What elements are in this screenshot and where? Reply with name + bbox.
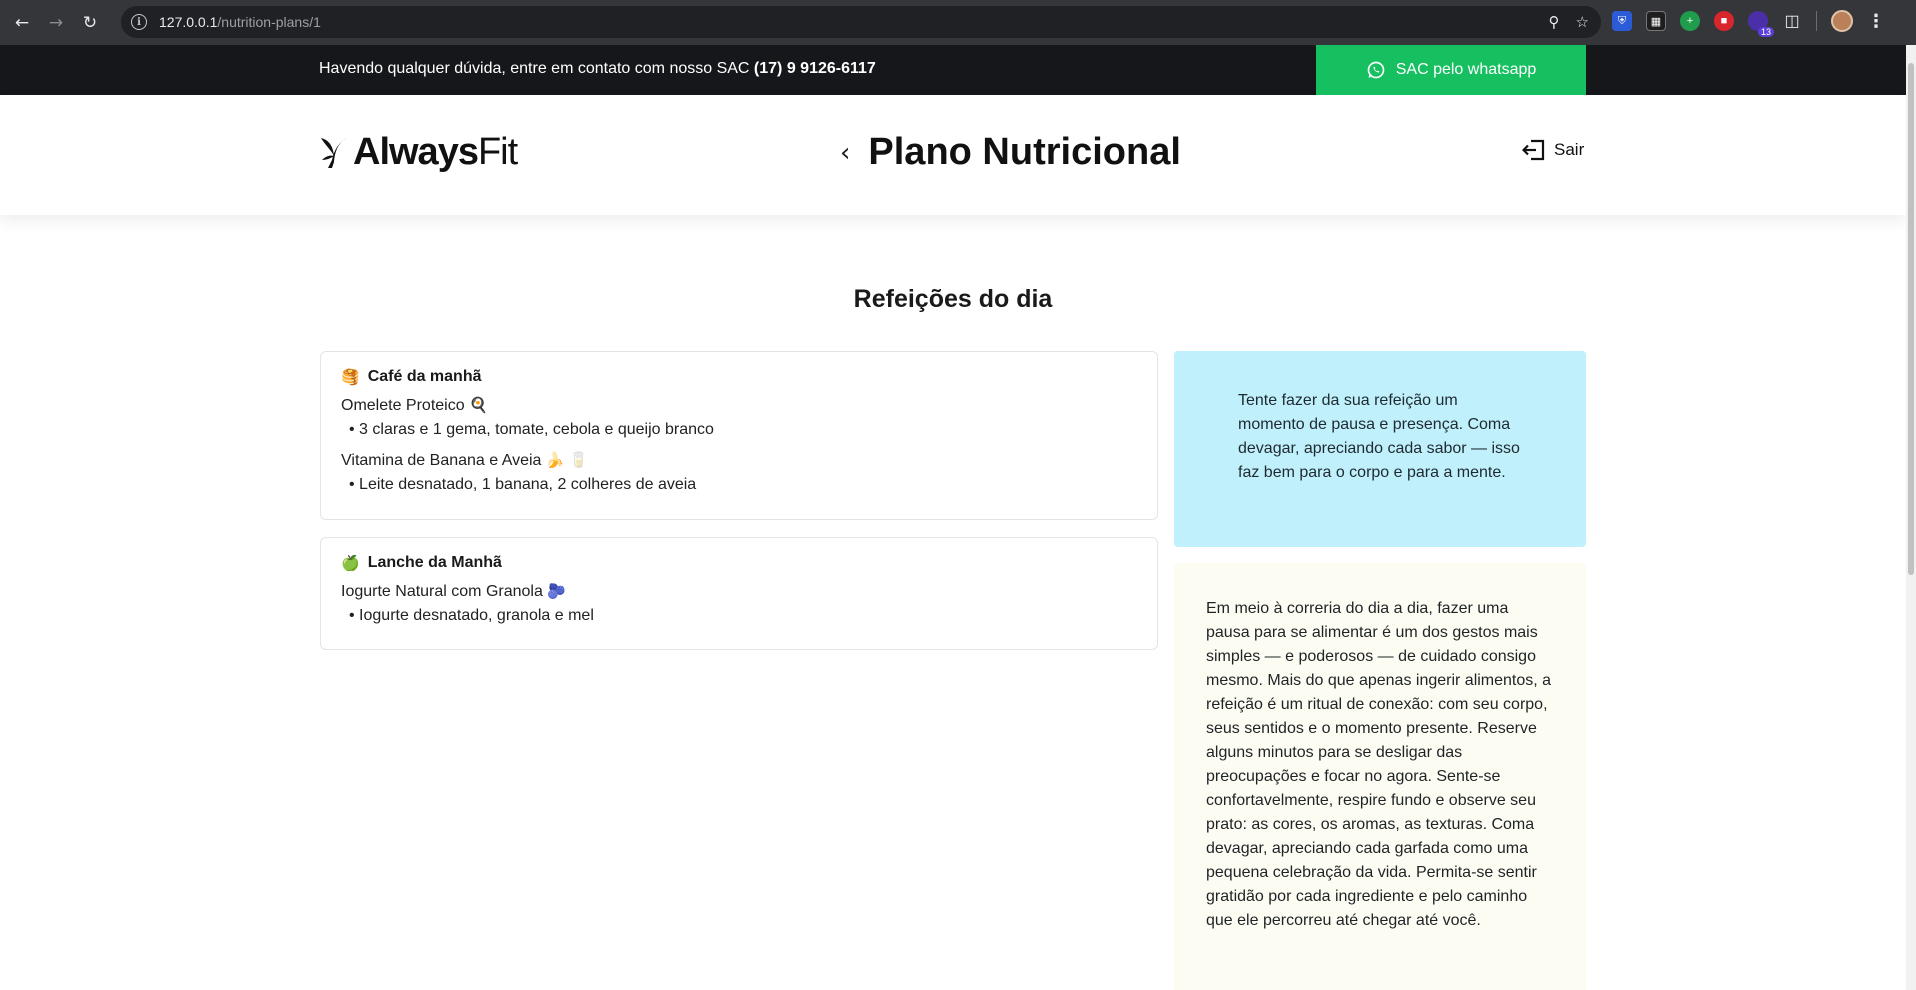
extensions-bar: ⛨ ▦ + ■ 13 ◫ ⋮ — [1612, 10, 1885, 37]
site-info-icon[interactable]: i — [131, 14, 147, 30]
logo-text-light: Fit — [477, 131, 518, 173]
meal-item-name-text: Vitamina de Banana e Aveia — [341, 452, 542, 469]
contact-bar: Havendo qualquer dúvida, entre em contat… — [0, 45, 1906, 95]
meal-header: 🥞 Café da manhã — [341, 368, 1137, 386]
meal-item-name: Omelete Proteico 🍳 — [341, 396, 1137, 415]
extension-icon[interactable]: ▦ — [1646, 11, 1666, 31]
puzzle-extensions-icon[interactable]: ◫ — [1782, 11, 1802, 31]
meal-card: 🍏 Lanche da Manhã Iogurte Natural com Gr… — [320, 537, 1158, 650]
site-header: AlwaysFit ‹ Plano Nutricional Sair — [0, 95, 1906, 215]
logout-button[interactable]: Sair — [1522, 139, 1584, 161]
leaf-logo-icon — [321, 137, 347, 168]
title-area: ‹ Plano Nutricional — [840, 131, 1181, 174]
logout-icon — [1522, 139, 1545, 161]
whatsapp-icon — [1367, 61, 1385, 79]
bookmark-star-icon[interactable]: ☆ — [1576, 13, 1589, 31]
meal-title: Café da manhã — [367, 368, 482, 385]
shield-extension-icon[interactable]: ⛨ — [1612, 11, 1632, 31]
section-title: Refeições do dia — [853, 285, 1053, 313]
contact-text: Havendo qualquer dúvida, entre em contat… — [319, 60, 754, 77]
meal-item: Omelete Proteico 🍳 • 3 claras e 1 gema, … — [341, 396, 1137, 439]
logout-label: Sair — [1554, 140, 1585, 159]
meal-title: Lanche da Manhã — [367, 554, 502, 571]
browser-menu-icon[interactable]: ⋮ — [1867, 11, 1885, 32]
blueberry-icon: 🫐 — [547, 582, 567, 600]
toolbar-divider — [1816, 11, 1817, 31]
page-title: Plano Nutricional — [868, 131, 1181, 173]
banana-milk-icon: 🍌 🥛 — [545, 451, 589, 469]
chevron-left-icon[interactable]: ‹ — [840, 138, 850, 168]
meal-item-name: Iogurte Natural com Granola 🫐 — [341, 582, 1137, 601]
plus-extension-icon[interactable]: + — [1680, 11, 1700, 31]
meal-card: 🥞 Café da manhã Omelete Proteico 🍳 • 3 c… — [320, 351, 1158, 520]
meal-header: 🍏 Lanche da Manhã — [341, 554, 1137, 572]
meal-item: Vitamina de Banana e Aveia 🍌 🥛 • Leite d… — [341, 451, 1137, 494]
url-host: 127.0.0.1 — [159, 14, 218, 30]
meal-item-name-text: Omelete Proteico — [341, 397, 465, 414]
red-extension-icon[interactable]: ■ — [1714, 11, 1734, 31]
password-key-icon[interactable]: ⚲ — [1549, 13, 1560, 31]
tip-box: Tente fazer da sua refeição um momento d… — [1174, 351, 1586, 547]
reflection-box: Em meio à correria do dia a dia, fazer u… — [1174, 563, 1586, 990]
scrollbar[interactable] — [1906, 45, 1916, 990]
logo[interactable]: AlwaysFit — [319, 131, 518, 174]
reload-icon[interactable]: ↻ — [78, 11, 102, 35]
reflection-text: Em meio à correria do dia a dia, fazer u… — [1206, 600, 1552, 929]
forward-arrow-icon[interactable]: → — [44, 11, 68, 35]
browser-toolbar: ← → ↻ i 127.0.0.1/nutrition-plans/1 ⚲ ☆ … — [0, 0, 1916, 45]
address-bar[interactable]: i 127.0.0.1/nutrition-plans/1 ⚲ ☆ — [121, 6, 1601, 38]
page: Havendo qualquer dúvida, entre em contat… — [0, 45, 1906, 990]
whatsapp-button[interactable]: SAC pelo whatsapp — [1316, 45, 1586, 95]
meal-item: Iogurte Natural com Granola 🫐 • Iogurte … — [341, 582, 1137, 625]
meal-item-name-text: Iogurte Natural com Granola — [341, 583, 543, 600]
meal-item-description: • Iogurte desnatado, granola e mel — [349, 607, 594, 624]
badge-extension-icon[interactable]: 13 — [1748, 11, 1774, 37]
meal-item-description: • Leite desnatado, 1 banana, 2 colheres … — [349, 476, 697, 493]
url-text[interactable]: 127.0.0.1/nutrition-plans/1 — [159, 14, 321, 30]
url-path: /nutrition-plans/1 — [217, 14, 321, 30]
contact-phone: (17) 9 9126-6117 — [753, 60, 876, 77]
tip-text: Tente fazer da sua refeição um momento d… — [1238, 392, 1520, 481]
meal-item-name: Vitamina de Banana e Aveia 🍌 🥛 — [341, 451, 1137, 470]
whatsapp-label: SAC pelo whatsapp — [1395, 61, 1537, 78]
back-arrow-icon[interactable]: ← — [10, 11, 34, 35]
meal-item-description: • 3 claras e 1 gema, tomate, cebola e qu… — [349, 421, 714, 438]
extension-badge-count: 13 — [1757, 27, 1774, 37]
logo-text-bold: Always — [353, 131, 479, 173]
egg-icon: 🍳 — [469, 396, 488, 414]
scrollbar-thumb[interactable] — [1908, 63, 1914, 575]
contact-message: Havendo qualquer dúvida, entre em contat… — [319, 60, 876, 78]
green-apple-icon: 🍏 — [341, 554, 360, 572]
profile-avatar[interactable] — [1831, 10, 1853, 32]
pancake-icon: 🥞 — [341, 368, 360, 386]
